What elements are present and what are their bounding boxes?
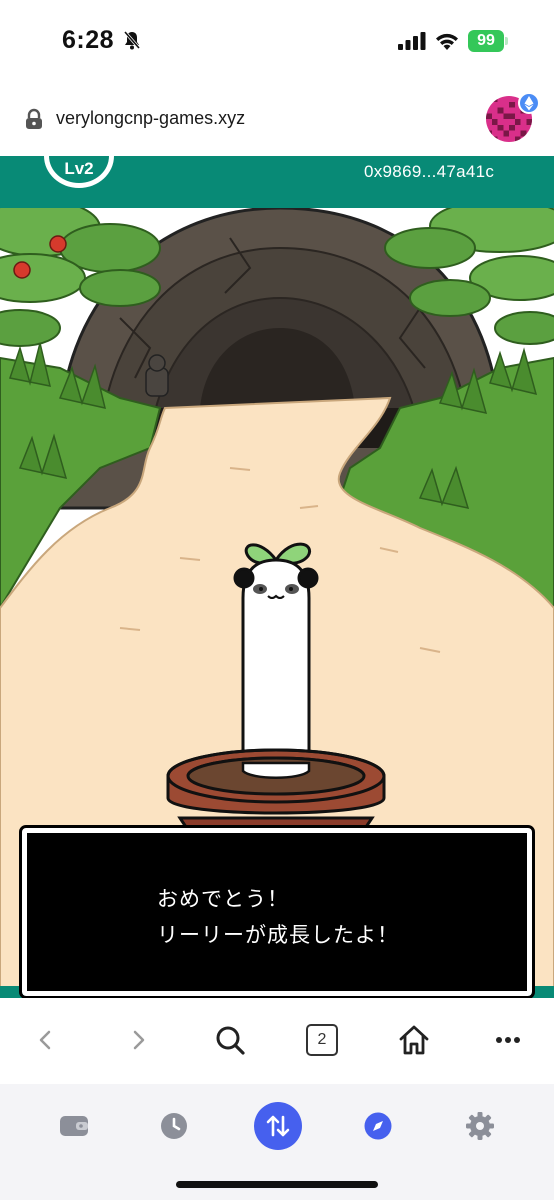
gear-icon	[466, 1112, 494, 1140]
game-header: Lv2 0x9869...47a41c	[0, 156, 554, 208]
back-button[interactable]	[26, 1020, 66, 1060]
ethereum-icon	[518, 92, 540, 114]
search-button[interactable]	[210, 1020, 250, 1060]
wallet-icon	[60, 1116, 88, 1136]
home-icon	[399, 1025, 429, 1055]
swap-icon	[266, 1115, 290, 1137]
nav-history[interactable]	[150, 1102, 198, 1150]
home-indicator	[176, 1181, 378, 1188]
wifi-icon	[436, 33, 458, 50]
app-bottom-nav	[0, 1084, 554, 1200]
status-time: 6:28	[62, 26, 115, 54]
lock-icon	[26, 108, 42, 129]
url-bar[interactable]: verylongcnp-games.xyz	[0, 84, 554, 156]
tabs-icon: 2	[306, 1024, 338, 1056]
level-badge: Lv2	[44, 156, 114, 188]
clock-icon	[161, 1113, 187, 1139]
url-text[interactable]: verylongcnp-games.xyz	[56, 108, 245, 129]
battery-level: 99	[468, 30, 504, 52]
nav-wallet[interactable]	[50, 1102, 98, 1150]
dialog-box[interactable]: おめでとう！ リーリーが成長したよ！	[19, 825, 535, 999]
home-button[interactable]	[394, 1020, 434, 1060]
bell-slash-icon	[123, 31, 141, 50]
dialog-line-1: おめでとう！	[157, 887, 289, 911]
browser-toolbar: 2	[0, 998, 554, 1084]
battery-cap	[505, 37, 508, 45]
search-icon	[216, 1026, 245, 1055]
chevron-left-icon	[39, 1030, 51, 1050]
wallet-address: 0x9869...47a41c	[364, 162, 495, 181]
nav-settings[interactable]	[456, 1102, 504, 1150]
status-bar: 6:28 99	[0, 0, 554, 80]
compass-icon	[364, 1112, 392, 1140]
chevron-right-icon	[133, 1030, 145, 1050]
more-icon	[496, 1037, 520, 1043]
forward-button[interactable]	[118, 1020, 158, 1060]
nav-swap[interactable]	[254, 1102, 302, 1150]
character-radish	[233, 542, 319, 775]
cellular-signal-icon	[398, 32, 426, 50]
more-button[interactable]	[488, 1020, 528, 1060]
tabs-button[interactable]: 2	[302, 1020, 342, 1060]
dialog-line-2: リーリーが成長したよ！	[157, 923, 399, 947]
battery-icon: 99	[468, 30, 508, 52]
nav-explore[interactable]	[354, 1102, 402, 1150]
